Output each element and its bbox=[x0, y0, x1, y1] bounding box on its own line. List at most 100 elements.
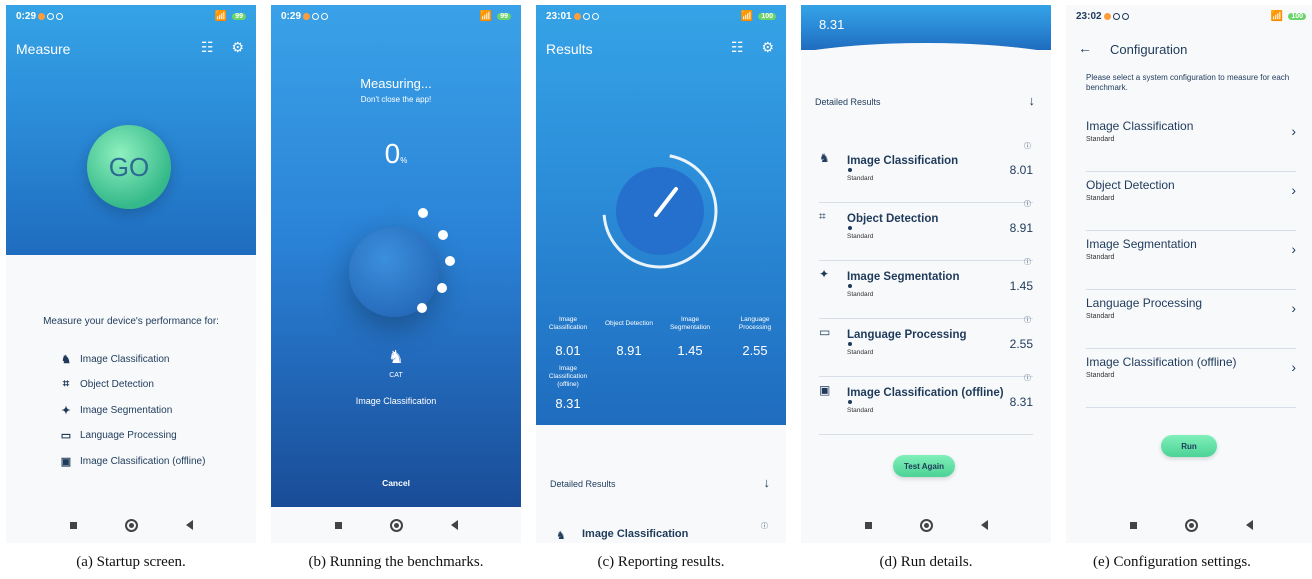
caption-d: (d) Run details. bbox=[879, 554, 973, 570]
segmentation-icon: ✦ bbox=[61, 404, 71, 417]
phone-startup: 0:29 📶 99 Measure ☷ ⚙ GO Measure your devi… bbox=[6, 5, 256, 543]
curve bbox=[536, 435, 786, 543]
speed-gauge bbox=[602, 153, 718, 269]
run-button[interactable]: Run bbox=[1161, 435, 1217, 457]
monitor-icon: ▭ bbox=[60, 429, 72, 442]
cat-icon: ♞ bbox=[556, 530, 566, 542]
signal-icon: 📶 bbox=[214, 10, 228, 22]
result-row[interactable]: ✦ Image Segmentation Standard 1.45 ⓘ bbox=[819, 259, 1033, 319]
monitor-icon: ▭ bbox=[819, 325, 831, 339]
result-label: Image Segmentation bbox=[669, 316, 711, 331]
info-icon[interactable]: ⓘ bbox=[761, 521, 768, 531]
result-value: 1.45 bbox=[677, 343, 703, 358]
detection-icon: ⌗ bbox=[819, 209, 826, 223]
info-icon[interactable]: ⓘ bbox=[1024, 199, 1031, 209]
result-value: 8.31 bbox=[555, 396, 581, 411]
result-row[interactable]: ▣ Image Classification (offline) Standar… bbox=[819, 375, 1033, 435]
battery-badge: 99 bbox=[232, 12, 246, 20]
phone-results: 23:01 📶 100 Results ☷ ⚙ Image Classificati… bbox=[536, 5, 786, 543]
gear-icon[interactable]: ⚙ bbox=[231, 39, 244, 56]
status-time: 0:29 bbox=[281, 10, 302, 22]
signal-icon: 📶 bbox=[740, 10, 754, 22]
benchmark-item: ⌗ Object Detection bbox=[60, 378, 154, 390]
gear-icon[interactable]: ⚙ bbox=[761, 39, 774, 56]
status-bar: 23:01 📶 100 bbox=[536, 5, 786, 27]
result-row[interactable]: ⌗ Object Detection Standard 8.91 ⓘ bbox=[819, 201, 1033, 261]
phone-run-details: 8.31 Detailed Results ↓ ♞ Image Classifi… bbox=[801, 5, 1051, 543]
config-item[interactable]: Image Segmentation Standard › bbox=[1086, 231, 1296, 290]
chevron-right-icon: › bbox=[1291, 241, 1296, 257]
back-icon[interactable] bbox=[185, 520, 193, 530]
recents-icon[interactable] bbox=[334, 521, 342, 529]
cancel-button[interactable]: Cancel bbox=[271, 478, 521, 488]
battery-badge: 100 bbox=[1288, 12, 1306, 20]
config-item[interactable]: Image Classification Standard › bbox=[1086, 113, 1296, 172]
image-icon: ▣ bbox=[819, 383, 831, 397]
sliders-icon[interactable]: ☷ bbox=[731, 39, 744, 56]
back-arrow-icon[interactable]: ← bbox=[1078, 40, 1092, 56]
cat-icon: ♞ bbox=[387, 347, 405, 367]
detailed-results-label: Detailed Results bbox=[815, 97, 881, 107]
recents-icon[interactable] bbox=[69, 521, 77, 529]
home-icon[interactable] bbox=[919, 518, 933, 532]
measure-prompt: Measure your device's performance for: bbox=[43, 316, 219, 327]
loading-dot bbox=[438, 230, 448, 240]
go-button[interactable]: GO bbox=[87, 125, 171, 209]
status-bar: 23:02 📶 100 bbox=[1066, 5, 1312, 27]
phone-running: 0:29 📶 99 Measuring... Don't close the ap… bbox=[271, 5, 521, 543]
battery-badge: 100 bbox=[758, 12, 776, 20]
home-icon[interactable] bbox=[389, 518, 403, 532]
sliders-icon[interactable]: ☷ bbox=[201, 39, 214, 56]
progress-readout: 0% bbox=[384, 138, 408, 169]
arrow-down-icon[interactable]: ↓ bbox=[1029, 93, 1036, 108]
config-item[interactable]: Language Processing Standard › bbox=[1086, 290, 1296, 349]
caption-e: (e) Configuration settings. bbox=[1093, 554, 1251, 570]
measuring-heading: Measuring... bbox=[360, 76, 432, 91]
config-item[interactable]: Image Classification (offline) Standard › bbox=[1086, 349, 1296, 408]
info-icon[interactable]: ⓘ bbox=[1024, 257, 1031, 267]
image-icon: ▣ bbox=[60, 455, 72, 468]
back-icon[interactable] bbox=[1245, 520, 1253, 530]
result-label: Language Processing bbox=[738, 316, 772, 331]
result-value: 2.55 bbox=[742, 343, 768, 358]
result-row[interactable]: ▭ Language Processing Standard 2.55 ⓘ bbox=[819, 317, 1033, 377]
cat-icon: ♞ bbox=[819, 151, 830, 165]
cat-label: CAT bbox=[389, 372, 403, 379]
result-label: Image Classification (offline) bbox=[548, 365, 588, 388]
info-icon[interactable]: ⓘ bbox=[1024, 141, 1031, 151]
info-icon[interactable]: ⓘ bbox=[1024, 315, 1031, 325]
nav-bar bbox=[1066, 507, 1312, 543]
chevron-right-icon: › bbox=[1291, 182, 1296, 198]
test-again-button[interactable]: Test Again bbox=[893, 455, 955, 477]
chevron-right-icon: › bbox=[1291, 359, 1296, 375]
status-time: 0:29 bbox=[16, 10, 37, 22]
peek-row-title: Image Classification bbox=[582, 528, 689, 540]
arrow-down-icon[interactable]: ↓ bbox=[764, 475, 771, 490]
current-task: Image Classification bbox=[355, 396, 437, 406]
loading-dot bbox=[418, 208, 428, 218]
nav-bar bbox=[6, 507, 256, 543]
chevron-right-icon: › bbox=[1291, 123, 1296, 139]
recents-icon[interactable] bbox=[864, 521, 872, 529]
page-title: Results bbox=[546, 41, 593, 57]
phone-configuration: 23:02 📶 100 ← Configuration Please select… bbox=[1066, 5, 1312, 543]
benchmark-item: ✦ Image Segmentation bbox=[61, 404, 173, 417]
back-icon[interactable] bbox=[980, 520, 988, 530]
caption-c: (c) Reporting results. bbox=[597, 554, 725, 570]
result-row[interactable]: ♞ Image Classification Standard 8.01 ⓘ bbox=[819, 143, 1033, 203]
caption-a: (a) Startup screen. bbox=[76, 554, 186, 570]
home-icon[interactable] bbox=[124, 518, 138, 532]
home-icon[interactable] bbox=[1184, 518, 1198, 532]
benchmark-item: ♞ Image Classification bbox=[61, 353, 170, 366]
info-icon[interactable]: ⓘ bbox=[1024, 373, 1031, 383]
nav-bar bbox=[271, 507, 521, 543]
status-time: 23:01 bbox=[546, 10, 572, 22]
loading-dot bbox=[445, 256, 455, 266]
signal-icon: 📶 bbox=[479, 10, 493, 22]
config-item[interactable]: Object Detection Standard › bbox=[1086, 172, 1296, 231]
benchmark-item: ▣ Image Classification (offline) bbox=[60, 455, 206, 468]
instructions: Please select a system configuration to … bbox=[1086, 73, 1290, 92]
recents-icon[interactable] bbox=[1129, 521, 1137, 529]
status-bar: 0:29 📶 99 bbox=[271, 5, 521, 27]
back-icon[interactable] bbox=[450, 520, 458, 530]
